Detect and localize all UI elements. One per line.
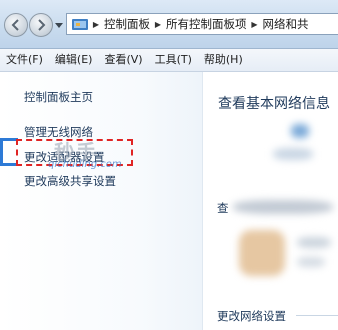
breadcrumb-control-panel[interactable]: 控制面板 xyxy=(103,16,151,32)
blurred-network-details xyxy=(297,257,325,267)
address-bar[interactable]: ▶ 控制面板 ▶ 所有控制面板项 ▶ 网络和共 xyxy=(66,13,338,35)
control-panel-icon xyxy=(72,19,88,30)
section-divider xyxy=(296,315,338,316)
navigation-bar: ▶ 控制面板 ▶ 所有控制面板项 ▶ 网络和共 xyxy=(0,0,338,49)
menu-file[interactable]: 文件(F) xyxy=(0,49,49,71)
menu-edit[interactable]: 编辑(E) xyxy=(49,49,99,71)
page-title: 查看基本网络信息 xyxy=(218,96,330,112)
change-network-settings-heading: 更改网络设置 xyxy=(217,309,286,323)
change-advanced-sharing-settings-link[interactable]: 更改高级共享设置 xyxy=(24,173,116,189)
active-networks-label-partial: 查 xyxy=(217,201,229,215)
breadcrumb-network-and-sharing[interactable]: 网络和共 xyxy=(262,16,310,32)
breadcrumb-separator-icon[interactable]: ▶ xyxy=(151,20,165,29)
blurred-network-map xyxy=(273,148,313,160)
back-button[interactable] xyxy=(4,13,28,37)
highlight-box-annotation xyxy=(16,139,133,166)
main-content: 查看基本网络信息 查 更改网络设置 xyxy=(203,72,338,330)
left-task-pane: 控制面板主页 管理无线网络 更改适配器设置 更改高级共享设置 秒手 qichud… xyxy=(0,72,203,330)
recent-pages-dropdown-icon[interactable] xyxy=(55,23,63,29)
forward-button[interactable] xyxy=(29,13,53,37)
menu-help[interactable]: 帮助(H) xyxy=(198,49,249,71)
forward-arrow-icon xyxy=(38,19,46,31)
blurred-network-name xyxy=(297,237,331,248)
breadcrumb-all-control-panel-items[interactable]: 所有控制面板项 xyxy=(165,16,248,32)
menu-view[interactable]: 查看(V) xyxy=(98,49,148,71)
blurred-network-type-icon xyxy=(239,230,285,276)
control-panel-home-link[interactable]: 控制面板主页 xyxy=(24,89,93,105)
breadcrumb-separator-icon: ▶ xyxy=(92,19,100,29)
back-arrow-icon xyxy=(11,19,19,31)
breadcrumb-separator-icon[interactable]: ▶ xyxy=(248,20,262,29)
menu-bar: 文件(F) 编辑(E) 查看(V) 工具(T) 帮助(H) xyxy=(0,49,338,72)
manage-wireless-networks-link[interactable]: 管理无线网络 xyxy=(24,124,93,140)
blurred-active-networks-text xyxy=(233,200,333,214)
blurred-network-icon xyxy=(291,124,309,138)
menu-tools[interactable]: 工具(T) xyxy=(149,49,198,71)
